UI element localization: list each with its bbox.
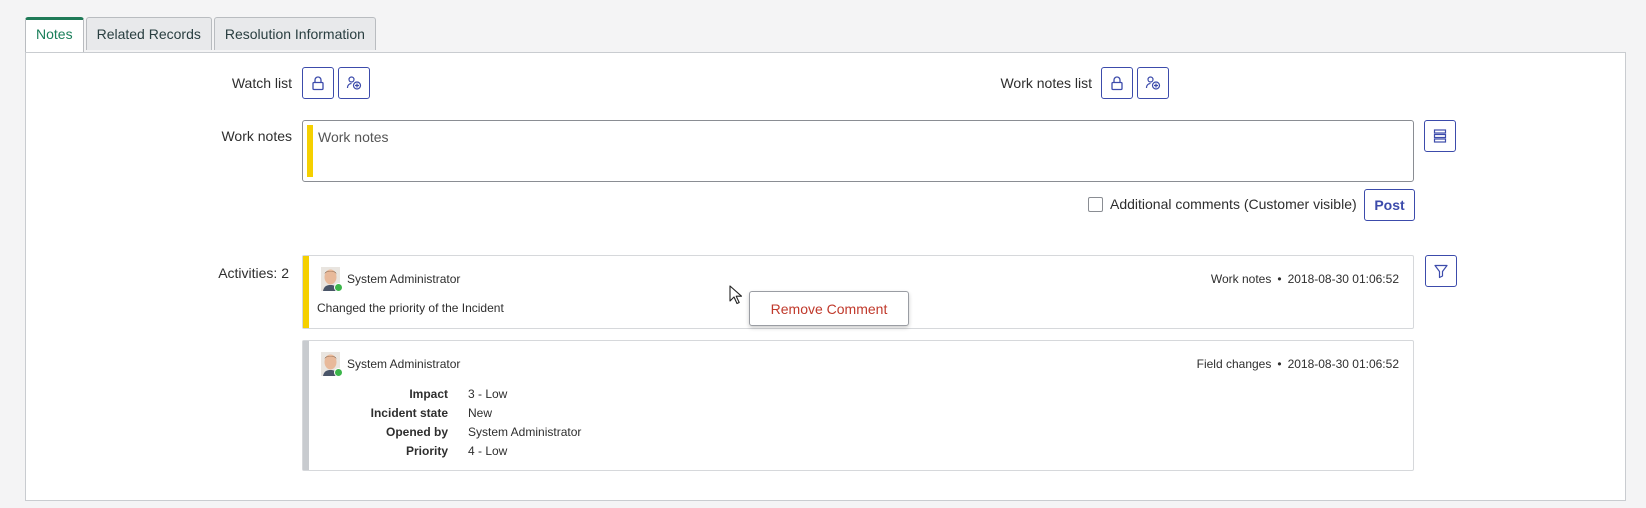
additional-comments-checkbox[interactable] bbox=[1088, 197, 1103, 212]
work-notes-placeholder: Work notes bbox=[318, 129, 389, 145]
field-change-key: Impact bbox=[409, 387, 448, 401]
work-notes-textarea[interactable]: Work notes bbox=[302, 120, 1414, 182]
watch-list-add-user-button[interactable] bbox=[338, 67, 370, 99]
activity-text: Changed the priority of the Incident bbox=[317, 301, 504, 315]
add-user-icon bbox=[1145, 76, 1161, 90]
field-change-row: Impact 3 - Low bbox=[409, 387, 508, 401]
lock-icon bbox=[312, 76, 324, 91]
work-notes-indicator bbox=[307, 125, 313, 177]
watch-list-lock-button[interactable] bbox=[302, 67, 334, 99]
bullet-separator: • bbox=[1277, 272, 1282, 286]
field-change-key: Incident state bbox=[370, 406, 448, 420]
activity-timestamp: 2018-08-30 01:06:52 bbox=[1287, 357, 1399, 371]
field-change-key: Opened by bbox=[385, 425, 448, 439]
stack-icon bbox=[1433, 129, 1447, 143]
avatar bbox=[321, 267, 343, 292]
activity-meta: Field changes • 2018-08-30 01:06:52 bbox=[1197, 357, 1399, 371]
work-notes-list-add-user-button[interactable] bbox=[1137, 67, 1169, 99]
activity-type: Work notes bbox=[1210, 272, 1272, 286]
field-change-value: New bbox=[468, 406, 493, 420]
field-change-row: Incident state New bbox=[371, 406, 493, 420]
activity-entry-field-changes: System Administrator Field changes • 2018-… bbox=[302, 340, 1414, 471]
work-note-stripe bbox=[303, 256, 309, 328]
work-notes-list-label: Work notes list bbox=[1000, 75, 1092, 91]
field-change-key: Priority bbox=[405, 444, 448, 458]
template-button[interactable] bbox=[1424, 120, 1456, 152]
avatar bbox=[321, 352, 343, 377]
tab-notes[interactable]: Notes bbox=[25, 17, 84, 52]
lock-icon bbox=[1111, 76, 1123, 91]
activities-label: Activities: 2 bbox=[218, 265, 289, 281]
additional-comments-label[interactable]: Additional comments (Customer visible) bbox=[1110, 196, 1357, 212]
bullet-separator: • bbox=[1277, 357, 1282, 371]
remove-comment-menu-item[interactable]: Remove Comment bbox=[749, 291, 909, 326]
activity-author: System Administrator bbox=[347, 357, 461, 371]
work-notes-list-lock-button[interactable] bbox=[1101, 67, 1133, 99]
activity-filter-button[interactable] bbox=[1425, 255, 1457, 287]
field-change-row: Opened by System Administrator bbox=[386, 425, 582, 439]
online-status-icon bbox=[334, 368, 343, 377]
mouse-cursor-icon bbox=[729, 285, 743, 305]
post-button[interactable]: Post bbox=[1364, 189, 1415, 221]
work-notes-label: Work notes bbox=[221, 128, 292, 144]
field-change-value: 4 - Low bbox=[468, 444, 508, 458]
field-change-value: 3 - Low bbox=[468, 387, 508, 401]
field-change-value: System Administrator bbox=[468, 425, 582, 439]
activity-type: Field changes bbox=[1196, 357, 1272, 371]
online-status-icon bbox=[334, 283, 343, 292]
activity-meta: Work notes • 2018-08-30 01:06:52 bbox=[1211, 272, 1399, 286]
watch-list-label: Watch list bbox=[231, 75, 292, 91]
tab-resolution-information[interactable]: Resolution Information bbox=[213, 17, 376, 50]
filter-icon bbox=[1434, 264, 1448, 279]
tab-related-records[interactable]: Related Records bbox=[85, 17, 212, 50]
tab-bar: Notes Related Records Resolution Informa… bbox=[25, 17, 378, 52]
field-change-row: Priority 4 - Low bbox=[406, 444, 508, 458]
activity-author: System Administrator bbox=[347, 272, 461, 286]
add-user-icon bbox=[346, 76, 362, 90]
field-changes-stripe bbox=[303, 341, 309, 470]
activity-timestamp: 2018-08-30 01:06:52 bbox=[1287, 272, 1399, 286]
